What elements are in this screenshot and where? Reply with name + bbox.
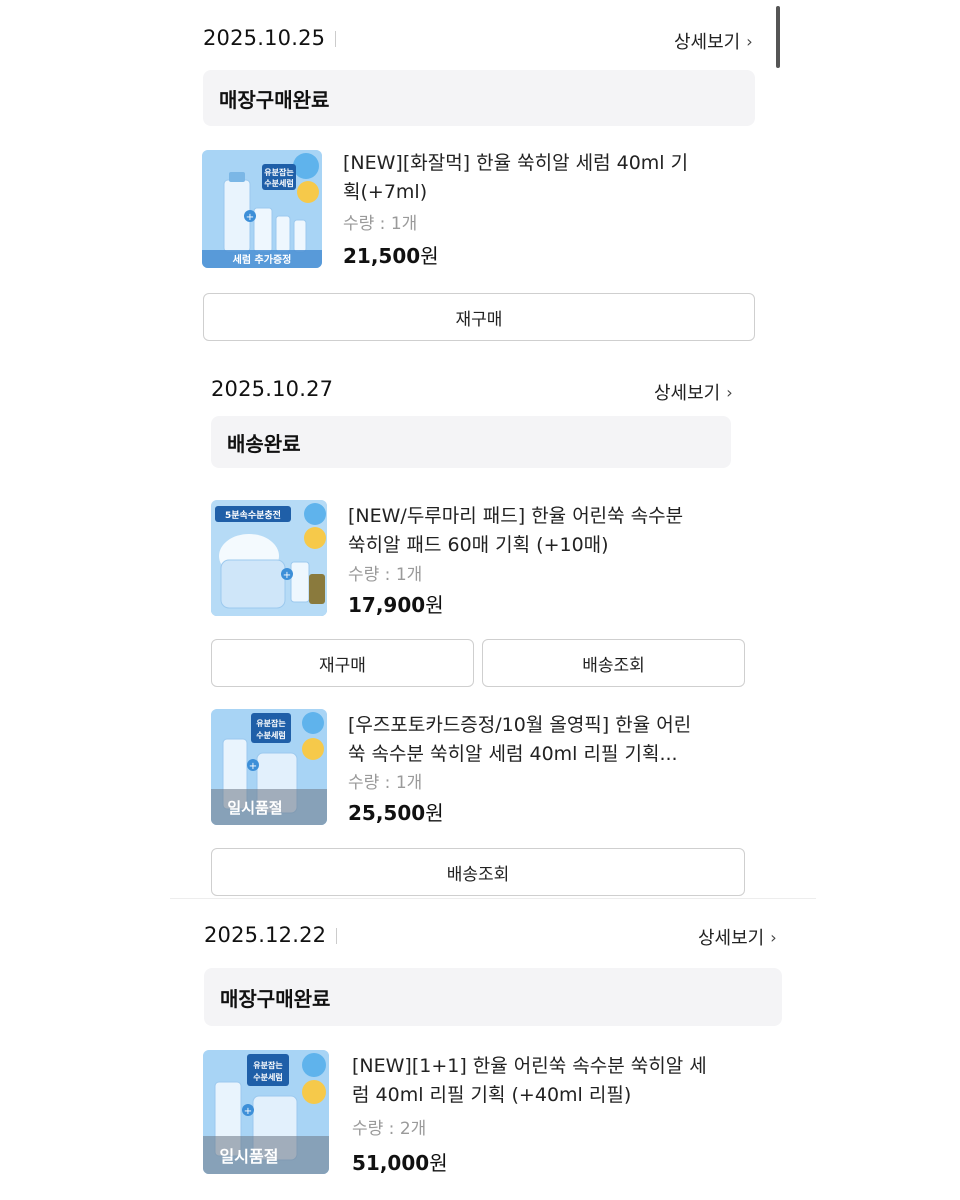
badge-line-2: 수분세럼 — [264, 178, 293, 188]
date-separator — [335, 31, 337, 47]
badge-text: 5분속수분충전 — [225, 509, 281, 521]
order-date: 2025.10.27 — [211, 377, 334, 401]
product-image: 유분잡는 수분세럼 + 일시품절 — [203, 1050, 329, 1174]
detail-link[interactable]: 상세보기 › — [654, 379, 733, 405]
scrollbar[interactable] — [776, 6, 780, 68]
order-status: 매장구매완료 — [203, 70, 755, 126]
product-quantity: 수량 : 1개 — [348, 773, 423, 793]
product-quantity: 수량 : 1개 — [348, 565, 423, 585]
product-name[interactable]: [NEW][1+1] 한율 어린쑥 속수분 쑥히알 세럼 40ml 리필 기획 … — [352, 1052, 722, 1110]
order-status: 배송완료 — [211, 416, 731, 468]
track-delivery-button[interactable]: 배송조회 — [211, 848, 745, 896]
reorder-button[interactable]: 재구매 — [203, 293, 755, 341]
product-price: 25,500원 — [348, 801, 444, 825]
product-quantity: 수량 : 1개 — [343, 214, 418, 234]
product-price: 17,900원 — [348, 593, 444, 617]
product-image: 5분속수분충전 + — [211, 500, 327, 616]
detail-link-label: 상세보기 — [698, 928, 765, 949]
product-thumbnail[interactable]: 유분잡는 수분세럼 + 일시품절 — [203, 1050, 329, 1174]
product-name[interactable]: [NEW/두루마리 패드] 한율 어린쑥 속수분 쑥히알 패드 60매 기획 (… — [348, 502, 698, 560]
product-price: 21,500원 — [343, 244, 439, 268]
soldout-banner: 일시품절 — [227, 799, 282, 817]
product-thumbnail[interactable]: 유분잡는 수분세럼 + 일시품절 — [211, 709, 327, 825]
chevron-right-icon: › — [746, 31, 753, 51]
order-date: 2025.12.22 — [204, 923, 338, 947]
product-thumbnail[interactable]: 5분속수분충전 + — [211, 500, 327, 616]
product-image: 유분잡는 수분세럼 + 세럼 추가증정 — [202, 150, 322, 268]
badge-line-2: 수분세럼 — [253, 1072, 282, 1082]
order-status: 매장구매완료 — [204, 968, 782, 1026]
badge-line-1: 유분잡는 — [264, 167, 294, 177]
badge-line-1: 유분잡는 — [253, 1060, 283, 1070]
product-name[interactable]: [우즈포토카드증정/10월 올영픽] 한율 어린쑥 속수분 쑥히알 세럼 40m… — [348, 711, 698, 769]
badge-line-1: 유분잡는 — [256, 718, 286, 728]
detail-link[interactable]: 상세보기 › — [674, 28, 753, 54]
soldout-banner: 일시품절 — [220, 1147, 279, 1166]
product-name[interactable]: [NEW][화잘먹] 한율 쑥히알 세럼 40ml 기획(+7ml) — [343, 149, 703, 207]
detail-link-label: 상세보기 — [654, 383, 721, 404]
chevron-right-icon: › — [770, 927, 777, 947]
svg-text:+: + — [246, 212, 254, 223]
product-thumbnail[interactable]: 유분잡는 수분세럼 + 세럼 추가증정 — [202, 150, 322, 268]
svg-text:+: + — [249, 761, 257, 772]
reorder-button[interactable]: 재구매 — [211, 639, 474, 687]
badge-line-2: 수분세럼 — [256, 730, 285, 740]
svg-text:+: + — [283, 570, 291, 581]
date-separator — [336, 928, 338, 944]
product-price: 51,000원 — [352, 1151, 448, 1175]
chevron-right-icon: › — [726, 382, 733, 402]
product-image: 유분잡는 수분세럼 + 일시품절 — [211, 709, 327, 825]
svg-text:+: + — [244, 1106, 252, 1117]
track-delivery-button[interactable]: 배송조회 — [482, 639, 745, 687]
order-date: 2025.10.25 — [203, 26, 337, 50]
detail-link-label: 상세보기 — [674, 32, 741, 53]
product-quantity: 수량 : 2개 — [352, 1119, 427, 1139]
section-divider — [170, 898, 816, 899]
detail-link[interactable]: 상세보기 › — [698, 924, 777, 950]
thumb-banner: 세럼 추가증정 — [233, 253, 292, 266]
